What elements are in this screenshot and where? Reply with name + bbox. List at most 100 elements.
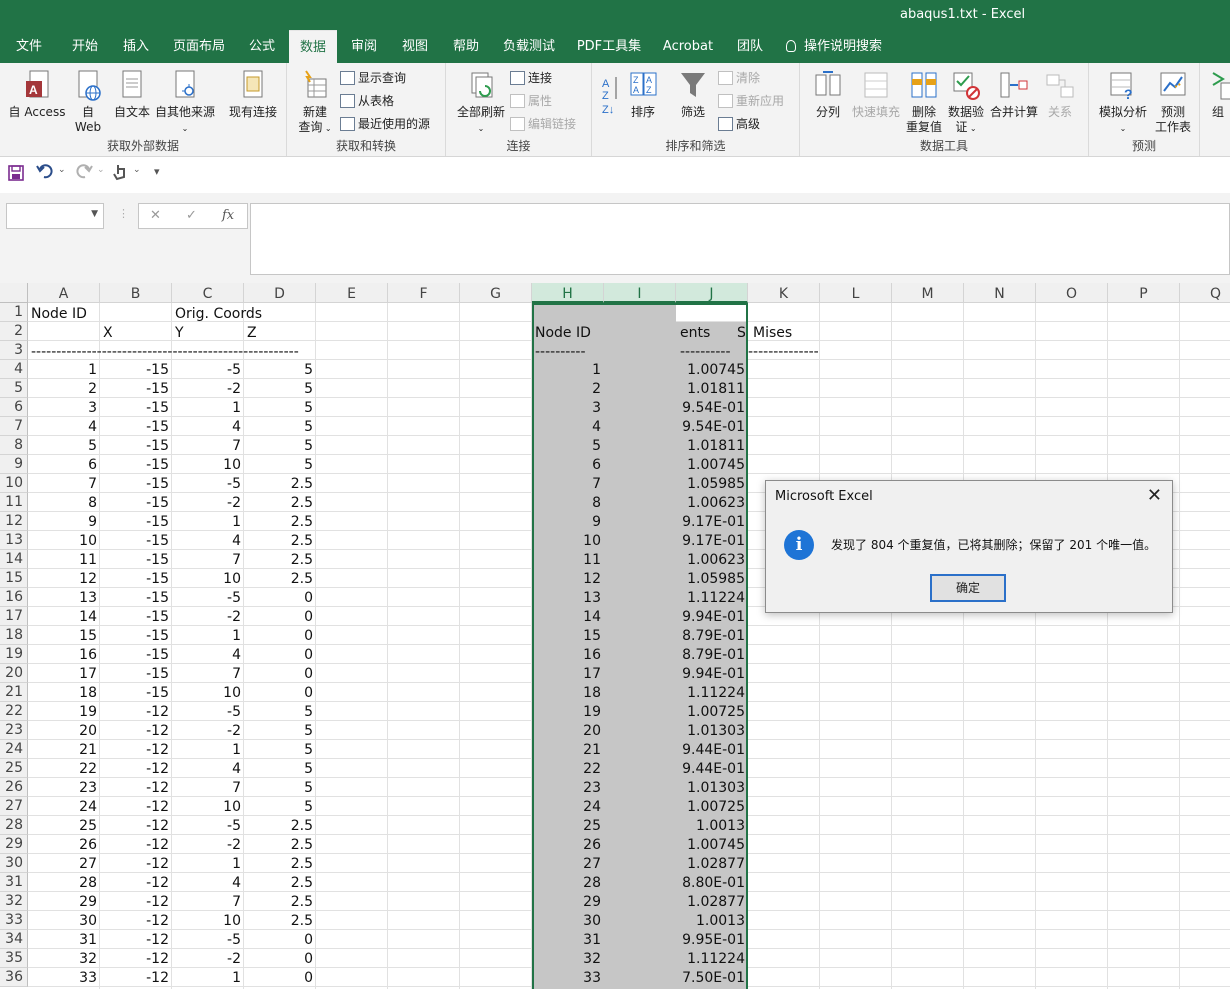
row-header[interactable]: 35 [0, 949, 28, 968]
column-header-p[interactable]: P [1108, 283, 1180, 303]
cell-a[interactable]: 15 [28, 626, 97, 645]
redo-icon[interactable] [75, 163, 93, 179]
column-header-q[interactable]: Q [1180, 283, 1230, 303]
cell-d[interactable]: 2.5 [244, 854, 313, 873]
from-text-button[interactable]: 自文本 [110, 69, 154, 120]
row-header[interactable]: 8 [0, 436, 28, 455]
cell-d[interactable]: 2.5 [244, 531, 313, 550]
remove-duplicates-button[interactable]: 删除 重复值 [904, 69, 944, 135]
row-header[interactable]: 13 [0, 531, 28, 550]
relationships-button[interactable]: 关系 [1042, 69, 1078, 120]
row-header[interactable]: 36 [0, 968, 28, 987]
cell-c[interactable]: -2 [172, 949, 241, 968]
cell-b[interactable]: -12 [100, 892, 169, 911]
row-header[interactable]: 20 [0, 664, 28, 683]
cell-d[interactable]: 5 [244, 721, 313, 740]
flash-fill-button[interactable]: 快速填充 [850, 69, 902, 120]
tab-team[interactable]: 团队 [728, 30, 772, 63]
column-header-i[interactable]: I [604, 283, 676, 303]
cell-b[interactable]: -15 [100, 379, 169, 398]
cell-b[interactable]: -12 [100, 835, 169, 854]
cell-d[interactable]: 0 [244, 683, 313, 702]
cell-a1[interactable]: Node ID [31, 304, 87, 323]
cell-b[interactable]: -12 [100, 873, 169, 892]
cell-c2[interactable]: Y [175, 323, 184, 342]
cell-k2[interactable]: Mises [753, 323, 792, 342]
tab-home[interactable]: 开始 [62, 30, 108, 63]
cell-b[interactable]: -15 [100, 436, 169, 455]
cell-a[interactable]: 18 [28, 683, 97, 702]
tab-data[interactable]: 数据 [289, 30, 337, 64]
cell-a[interactable]: 33 [28, 968, 97, 987]
cell-d[interactable]: 2.5 [244, 550, 313, 569]
cell-d[interactable]: 5 [244, 759, 313, 778]
cell-b2[interactable]: X [103, 323, 113, 342]
cell-c[interactable]: 1 [172, 512, 241, 531]
row-header[interactable]: 18 [0, 626, 28, 645]
cell-d2[interactable]: Z [247, 323, 257, 342]
column-header-a[interactable]: A [28, 283, 100, 303]
cell-a[interactable]: 11 [28, 550, 97, 569]
cell-c[interactable]: 7 [172, 892, 241, 911]
row-header[interactable]: 1 [0, 303, 28, 322]
cell-a[interactable]: 31 [28, 930, 97, 949]
column-header-k[interactable]: K [748, 283, 820, 303]
cell-a[interactable]: 23 [28, 778, 97, 797]
cell-c[interactable]: 7 [172, 550, 241, 569]
cell-b[interactable]: -15 [100, 683, 169, 702]
cell-b[interactable]: -15 [100, 588, 169, 607]
cell-d[interactable]: 5 [244, 436, 313, 455]
cell-b[interactable]: -15 [100, 531, 169, 550]
from-other-sources-button[interactable]: 自其他来源 ⌄ [154, 69, 216, 136]
cell-c[interactable]: 1 [172, 854, 241, 873]
cell-a[interactable]: 9 [28, 512, 97, 531]
cell-a[interactable]: 25 [28, 816, 97, 835]
row-header[interactable]: 22 [0, 702, 28, 721]
cell-d[interactable]: 5 [244, 417, 313, 436]
row-header[interactable]: 21 [0, 683, 28, 702]
cell-d[interactable]: 5 [244, 379, 313, 398]
cell-c[interactable]: -2 [172, 379, 241, 398]
filter-button[interactable]: 筛选 [674, 69, 712, 120]
cell-b[interactable]: -12 [100, 930, 169, 949]
chevron-down-icon[interactable]: ⌄ [133, 165, 141, 175]
cell-c[interactable]: 10 [172, 797, 241, 816]
connections-button[interactable]: 连接 [510, 69, 552, 87]
what-if-analysis-button[interactable]: ? 模拟分析 ⌄ [1097, 69, 1149, 136]
cell-a[interactable]: 30 [28, 911, 97, 930]
column-header-g[interactable]: G [460, 283, 532, 303]
cell-b[interactable]: -12 [100, 797, 169, 816]
data-validation-button[interactable]: 数据验证 ⌄ [946, 69, 986, 136]
cell-a[interactable]: 22 [28, 759, 97, 778]
cell-d[interactable]: 2.5 [244, 873, 313, 892]
group-button[interactable]: 组 [1206, 69, 1230, 120]
column-header-e[interactable]: E [316, 283, 388, 303]
cell-a[interactable]: 32 [28, 949, 97, 968]
cell-c[interactable]: 4 [172, 873, 241, 892]
cell-c[interactable]: 4 [172, 759, 241, 778]
row-header[interactable]: 28 [0, 816, 28, 835]
cell-d[interactable]: 0 [244, 645, 313, 664]
clear-button[interactable]: 清除 [718, 69, 760, 87]
column-header-c[interactable]: C [172, 283, 244, 303]
row-header[interactable]: 9 [0, 455, 28, 474]
cell-a3-dashes[interactable]: ----------------------------------------… [31, 342, 329, 361]
cell-b[interactable]: -15 [100, 626, 169, 645]
cell-b[interactable]: -12 [100, 702, 169, 721]
tab-insert[interactable]: 插入 [114, 30, 158, 63]
cancel-icon[interactable]: ✕ [150, 208, 161, 223]
cell-c[interactable]: 1 [172, 740, 241, 759]
cell-a[interactable]: 6 [28, 455, 97, 474]
cell-d[interactable]: 2.5 [244, 569, 313, 588]
column-header-j[interactable]: J [676, 283, 748, 303]
cell-d[interactable]: 2.5 [244, 911, 313, 930]
cell-b[interactable]: -15 [100, 493, 169, 512]
row-header[interactable]: 29 [0, 835, 28, 854]
cell-c[interactable]: 7 [172, 436, 241, 455]
cell-b[interactable]: -12 [100, 854, 169, 873]
tab-view[interactable]: 视图 [393, 30, 437, 63]
row-header[interactable]: 5 [0, 379, 28, 398]
edit-links-button[interactable]: 编辑链接 [510, 115, 576, 133]
cell-a[interactable]: 1 [28, 360, 97, 379]
cell-d[interactable]: 2.5 [244, 892, 313, 911]
